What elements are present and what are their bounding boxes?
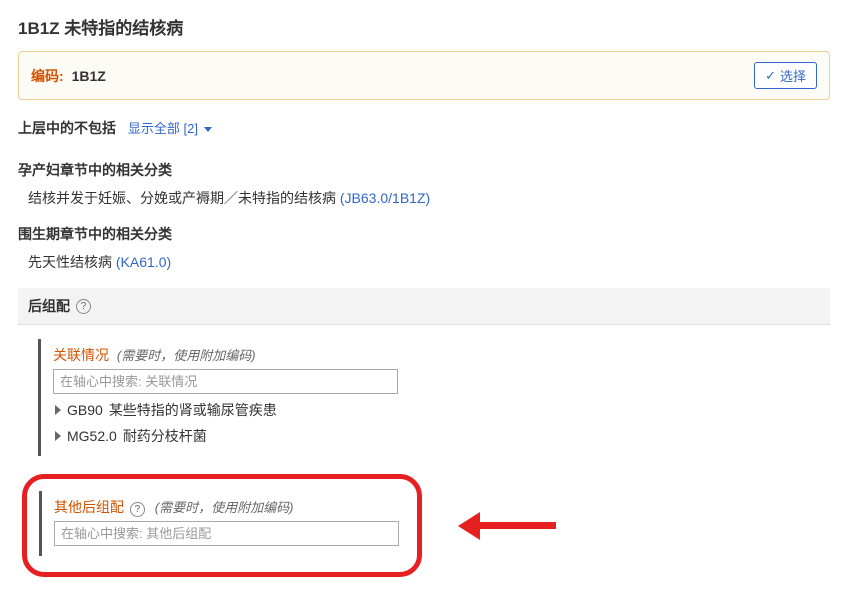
tree-item-code: GB90 (67, 402, 103, 418)
postcoordination-title: 后组配 (28, 296, 70, 316)
axis-associated: 关联情况 (需要时，使用附加编码) GB90 某些特指的肾或输尿管疾患 MG52… (38, 339, 820, 456)
arrow-line (480, 522, 556, 529)
highlight-annotation: 其他后组配 ? (需要时，使用附加编码) (22, 474, 422, 577)
arrow-annotation (458, 512, 556, 540)
maternal-item-text: 结核并发于妊娠、分娩或产褥期／未特指的结核病 (28, 190, 336, 206)
postcoordination-body: 关联情况 (需要时，使用附加编码) GB90 某些特指的肾或输尿管疾患 MG52… (18, 325, 830, 587)
chevron-down-icon (204, 127, 212, 132)
page-title: 1B1Z 未特指的结核病 (18, 14, 830, 39)
show-all-text: 显示全部 [2] (128, 121, 198, 136)
axis-associated-label: 关联情况 (53, 347, 109, 363)
help-icon[interactable]: ? (130, 502, 145, 517)
axis-other-label: 其他后组配 (54, 499, 124, 515)
axis-other: 其他后组配 ? (需要时，使用附加编码) (39, 491, 405, 556)
excludes-title-text: 上层中的不包括 (18, 120, 116, 136)
arrow-head-icon (458, 512, 480, 540)
perinatal-item-text: 先天性结核病 (28, 254, 112, 270)
tree-item-text: 某些特指的肾或输尿管疾患 (109, 400, 277, 420)
tree-item-code: MG52.0 (67, 428, 117, 444)
maternal-item: 结核并发于妊娠、分娩或产褥期／未特指的结核病 (JB63.0/1B1Z) (28, 188, 830, 208)
help-icon[interactable]: ? (76, 299, 91, 314)
axis-associated-search-input[interactable] (53, 369, 398, 394)
select-button-label: 选择 (780, 66, 806, 85)
axis-associated-note: (需要时，使用附加编码) (117, 348, 256, 363)
tree-item-text: 耐药分枝杆菌 (123, 426, 207, 446)
expand-icon (55, 431, 61, 441)
perinatal-item-code[interactable]: (KA61.0) (116, 254, 171, 270)
select-button[interactable]: ✓ 选择 (754, 62, 817, 89)
axis-other-note: (需要时，使用附加编码) (155, 500, 294, 515)
excludes-section-title: 上层中的不包括 显示全部 [2] (18, 118, 830, 138)
show-all-link[interactable]: 显示全部 [2] (128, 121, 212, 136)
postcoordination-header: 后组配 ? (18, 288, 830, 325)
tree-item[interactable]: GB90 某些特指的肾或输尿管疾患 (55, 400, 820, 420)
code-text: 编码: 1B1Z (31, 66, 106, 86)
code-label: 编码: (31, 68, 64, 84)
code-value: 1B1Z (72, 68, 106, 84)
tree-item[interactable]: MG52.0 耐药分枝杆菌 (55, 426, 820, 446)
expand-icon (55, 405, 61, 415)
code-box: 编码: 1B1Z ✓ 选择 (18, 51, 830, 100)
maternal-item-code[interactable]: (JB63.0/1B1Z) (340, 190, 430, 206)
axis-other-search-input[interactable] (54, 521, 399, 546)
perinatal-item: 先天性结核病 (KA61.0) (28, 252, 830, 272)
maternal-section-title: 孕产妇章节中的相关分类 (18, 160, 830, 180)
perinatal-section-title: 围生期章节中的相关分类 (18, 224, 830, 244)
check-icon: ✓ (765, 68, 776, 84)
